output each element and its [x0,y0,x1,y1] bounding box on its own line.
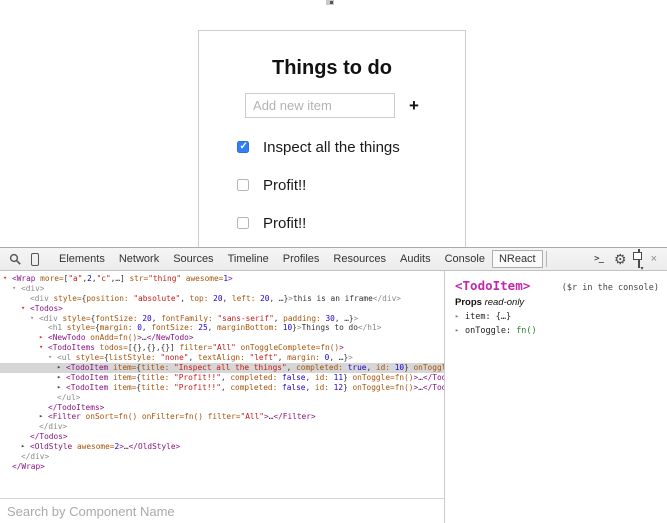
tree-disclosure-arrow[interactable]: ▸ [57,363,61,373]
tree-row[interactable]: </Todos> [0,432,444,442]
component-search-bar [0,498,444,523]
react-tree: ▾<Wrap more=["a",2,"c",…] str="thing" aw… [0,271,444,498]
component-search-input[interactable] [0,504,444,519]
tree-row[interactable]: </div> [0,452,444,462]
todo-label: Profit!! [263,177,306,194]
todo-app-iframe: Things to do + Inspect all the things Pro… [198,30,466,247]
new-todo-row: + [199,93,465,118]
prop-value: fn() [516,326,536,336]
todo-row: Inspect all the things [237,128,465,166]
prop-value: {…} [496,312,511,322]
selected-component-name: <TodoItem> [455,278,530,293]
tree-row[interactable]: ▸<NewTodo onAdd=fn()>…</NewTodo> [0,333,444,343]
settings-gear-icon[interactable]: ⚙ [614,252,627,266]
console-hint: ($r in the console) [562,283,659,293]
inspect-element-icon[interactable] [6,250,24,268]
tree-row[interactable]: ▾<div style={fontSize: 20, fontFamily: "… [0,314,444,324]
tree-disclosure-arrow[interactable]: ▸ [39,412,43,422]
tree-row[interactable]: <h1 style={margin: 0, fontSize: 25, marg… [0,323,444,333]
cursor-artifact [326,0,334,5]
tree-disclosure-arrow[interactable]: ▸ [57,383,61,393]
tree-row[interactable]: ▾<Todos> [0,304,444,314]
tree-row[interactable]: <div style={position: "absolute", top: 2… [0,294,444,304]
todo-list: Inspect all the things Profit!! Profit!! [237,128,465,242]
tree-disclosure-arrow[interactable]: ▾ [3,274,7,284]
tree-disclosure-arrow[interactable]: ▾ [21,304,25,314]
tree-row[interactable]: ▾<div> [0,284,444,294]
tree-disclosure-arrow[interactable]: ▸ [57,373,61,383]
browser-page: Things to do + Inspect all the things Pro… [0,0,667,247]
tab-resources[interactable]: Resources [326,250,393,268]
tab-profiles[interactable]: Profiles [276,250,327,268]
tree-disclosure-arrow[interactable]: ▸ [39,333,43,343]
prop-key: onToggle: [465,326,516,336]
dock-side-icon[interactable]: ▾ [638,250,640,268]
toolbar-right-icons: >_ ⚙ ▾ × [594,250,661,268]
tree-row[interactable]: </TodoItems> [0,403,444,413]
prop-row-item[interactable]: ▸ item: {…} [455,312,659,322]
tree-row[interactable]: ▸<TodoItem item={title: "Inspect all the… [0,363,444,373]
dock-caret-icon: ▾ [641,265,644,272]
devtools-toolbar: ElementsNetworkSourcesTimelineProfilesRe… [0,248,667,271]
tab-nreact[interactable]: NReact [492,250,543,268]
tree-row[interactable]: ▸<TodoItem item={title: "Profit!!", comp… [0,383,444,393]
tree-row[interactable]: ▾<TodoItems todos=[{},{},{}] filter="All… [0,343,444,353]
tab-console[interactable]: Console [438,250,492,268]
todo-checkbox[interactable] [237,217,249,229]
todo-checkbox[interactable] [237,141,249,153]
toolbar-separator [546,251,547,267]
tree-row[interactable]: </ul> [0,393,444,403]
tree-row[interactable]: </div> [0,422,444,432]
tree-row[interactable]: </Wrap> [0,462,444,472]
todo-row: Profit!! [237,204,465,242]
tab-network[interactable]: Network [112,250,166,268]
tree-row[interactable]: ▸<Filter onSort=fn() onFilter=fn() filte… [0,412,444,422]
prop-disclosure-arrow[interactable]: ▸ [455,326,459,334]
tab-elements[interactable]: Elements [52,250,112,268]
todo-checkbox[interactable] [237,179,249,191]
close-icon[interactable]: × [651,254,657,265]
todo-label: Inspect all the things [263,139,400,156]
console-drawer-icon[interactable]: >_ [594,254,603,264]
tab-sources[interactable]: Sources [166,250,220,268]
tree-row[interactable]: ▾<Wrap more=["a",2,"c",…] str="thing" aw… [0,274,444,284]
tree-disclosure-arrow[interactable]: ▾ [30,314,34,324]
devtools-panel: ElementsNetworkSourcesTimelineProfilesRe… [0,247,667,523]
tree-disclosure-arrow[interactable]: ▾ [48,353,52,363]
props-heading: Props read-only [455,297,659,308]
prop-key: item: [465,312,496,322]
screen: Things to do + Inspect all the things Pro… [0,0,667,523]
prop-disclosure-arrow[interactable]: ▸ [455,312,459,320]
tree-disclosure-arrow[interactable]: ▾ [39,343,43,353]
tree-row[interactable]: ▾<ul style={listStyle: "none", textAlign… [0,353,444,363]
props-panel: <TodoItem> ($r in the console) Props rea… [445,271,667,523]
tree-disclosure-arrow[interactable]: ▸ [21,442,25,452]
add-new-item-input[interactable] [245,93,395,118]
page-title: Things to do [199,57,465,80]
props-list: ▸ item: {…} ▸ onToggle: fn() [455,312,659,336]
tree-row[interactable]: ▸<TodoItem item={title: "Profit!!", comp… [0,373,444,383]
prop-row-onToggle[interactable]: ▸ onToggle: fn() [455,326,659,336]
tab-timeline[interactable]: Timeline [221,250,276,268]
devtools-tabs: ElementsNetworkSourcesTimelineProfilesRe… [52,248,543,270]
tree-disclosure-arrow[interactable]: ▾ [12,284,16,294]
react-tree-pane: ▾<Wrap more=["a",2,"c",…] str="thing" aw… [0,271,445,523]
devtools-body: ▾<Wrap more=["a",2,"c",…] str="thing" aw… [0,271,667,523]
todo-label: Profit!! [263,215,306,232]
tree-row[interactable]: ▸<OldStyle awesome=2>…</OldStyle> [0,442,444,452]
add-item-button[interactable]: + [409,96,419,116]
device-mode-icon[interactable] [26,250,44,268]
todo-row: Profit!! [237,166,465,204]
tab-audits[interactable]: Audits [393,250,438,268]
